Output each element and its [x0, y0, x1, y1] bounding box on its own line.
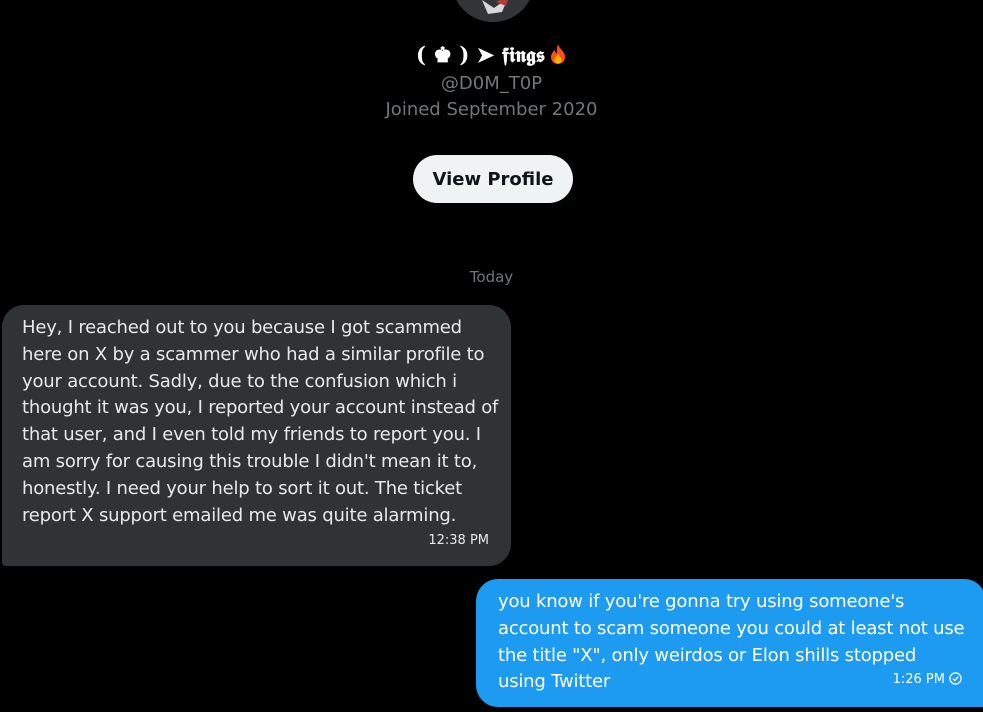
check-circle-icon [949, 669, 962, 696]
message-bubble-outgoing[interactable]: you know if you're gonna try using someo… [476, 579, 983, 707]
message-text: Hey, I reached out to you because I got … [22, 317, 499, 526]
display-name-text: ( ♚ ) ➤ 𝖋𝖎𝖓𝖌𝖘 [416, 42, 545, 67]
profile-joined-date: Joined September 2020 [385, 99, 598, 120]
message-timestamp: 12:38 PM [428, 533, 489, 549]
fire-icon [549, 43, 567, 70]
profile-handle: @D0M_T0P [440, 73, 543, 94]
message-meta: 1:26 PM [893, 667, 962, 696]
message-bubble-incoming[interactable]: Hey, I reached out to you because I got … [2, 305, 511, 566]
date-separator: Today [469, 268, 514, 286]
message-timestamp: 1:26 PM [892, 672, 945, 688]
view-profile-button[interactable]: View Profile [413, 155, 573, 203]
profile-display-name: ( ♚ ) ➤ 𝖋𝖎𝖓𝖌𝖘 [0, 42, 983, 70]
profile-avatar[interactable] [452, 0, 534, 22]
